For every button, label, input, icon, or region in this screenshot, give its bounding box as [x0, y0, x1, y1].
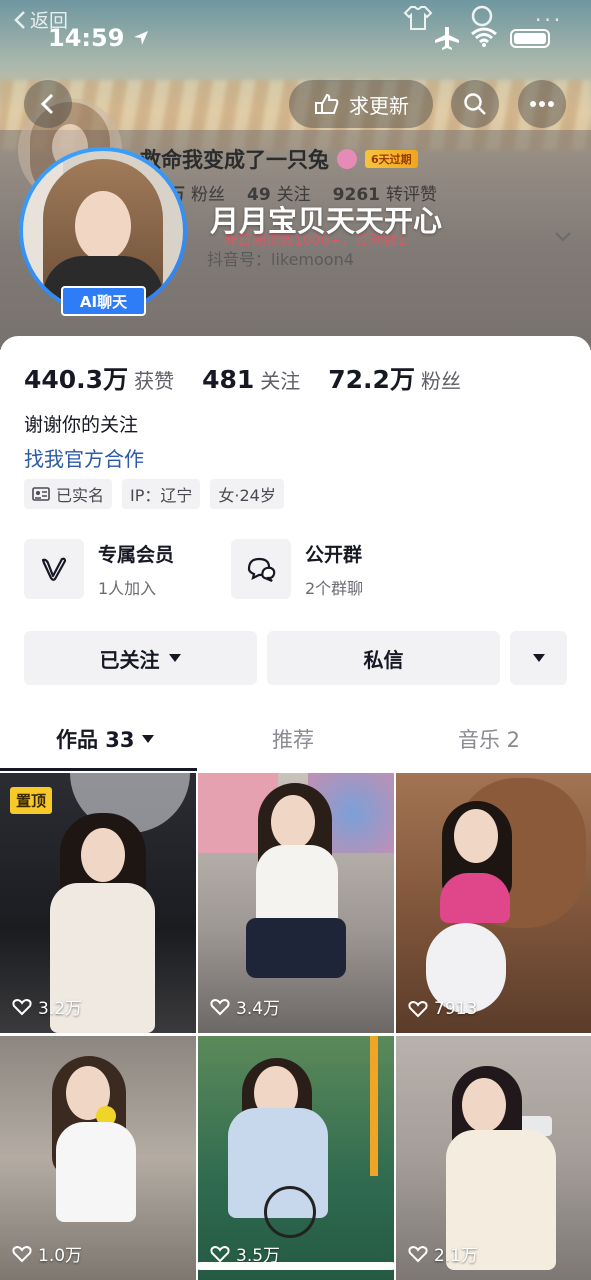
video-thumbnail[interactable]: 3.4万	[198, 773, 394, 1033]
video-like-count: 2.1万	[408, 1241, 478, 1266]
more-options-dropdown[interactable]	[510, 631, 567, 685]
request-update-button[interactable]: 求更新	[289, 80, 433, 128]
chevron-down-icon	[555, 232, 571, 242]
search-button[interactable]	[451, 80, 499, 128]
location-arrow-icon	[134, 31, 149, 45]
tag-verified[interactable]: 已实名	[24, 479, 113, 509]
caret-down-icon	[532, 654, 545, 662]
exclusive-membership[interactable]: 专属会员 1人加入	[24, 539, 174, 599]
heart-icon	[12, 998, 32, 1015]
status-bar: 返回 14:59 ···	[0, 0, 591, 60]
heart-icon	[408, 1245, 428, 1262]
video-like-count: 3.4万	[210, 994, 280, 1019]
video-thumbnail[interactable]: 2.1万	[396, 1036, 591, 1280]
group-chat-icon	[247, 557, 276, 583]
message-button[interactable]: 私信	[267, 631, 500, 685]
header-bg-douyin-id: 抖音号：likemoon4	[207, 250, 354, 269]
pinned-badge: 置顶	[10, 787, 53, 814]
header-overlay-caption: 月月宝贝天天开心	[210, 204, 443, 238]
pink-badge-icon	[337, 149, 357, 169]
profile-page: 返回 14:59 ··· 救命我变成了一只兔 6天过期 万粉丝 49关注 926…	[0, 0, 591, 1280]
home-indicator[interactable]	[196, 1262, 396, 1270]
video-thumbnail[interactable]: 3.5万	[198, 1036, 394, 1280]
header-bg-name: 救命我变成了一只兔 6天过期	[140, 144, 418, 174]
active-tab-indicator	[0, 768, 197, 771]
video-like-count: 7913	[408, 999, 477, 1019]
battery-icon	[510, 29, 550, 48]
video-thumbnail[interactable]: 1.0万	[0, 1036, 196, 1280]
heart-icon	[210, 998, 230, 1015]
airplane-icon	[435, 27, 459, 50]
business-link[interactable]: 找我官方合作	[24, 443, 144, 472]
tab-music[interactable]: 音乐 2	[458, 724, 520, 754]
vip-expiry-badge: 6天过期	[365, 150, 418, 168]
video-grid: 置顶 3.2万 3.4万 7913 1.0万 3.5万 2.1万	[0, 773, 591, 1280]
video-thumbnail[interactable]: 7913	[396, 773, 591, 1033]
tab-recommend[interactable]: 推荐	[272, 724, 314, 754]
profile-header-background: 返回 14:59 ··· 救命我变成了一只兔 6天过期 万粉丝 49关注 926…	[0, 0, 591, 350]
more-button[interactable]	[518, 80, 566, 128]
pointing-hand-icon	[315, 93, 339, 114]
caret-down-icon	[141, 735, 154, 743]
search-icon	[464, 93, 486, 115]
stat-likes[interactable]: 440.3万 获赞	[24, 360, 174, 396]
stat-followers[interactable]: 72.2万 粉丝	[328, 360, 461, 396]
ai-chat-button[interactable]: AI聊天	[61, 286, 146, 316]
status-time: 14:59	[48, 24, 150, 52]
heart-icon	[210, 1245, 230, 1262]
chevron-left-icon	[14, 10, 25, 29]
heart-icon	[12, 1245, 32, 1262]
more-dots-icon	[530, 101, 554, 107]
wifi-icon	[471, 27, 497, 47]
stat-following[interactable]: 481 关注	[202, 365, 300, 394]
profile-stats: 440.3万 获赞 481 关注 72.2万 粉丝	[24, 360, 461, 396]
profile-tags: 已实名 IP：辽宁 女·24岁	[24, 479, 284, 509]
tab-works[interactable]: 作品 33	[56, 724, 155, 754]
caret-down-icon	[168, 654, 181, 662]
shirt-icon[interactable]	[403, 4, 433, 32]
video-like-count: 1.0万	[12, 1241, 82, 1266]
video-like-count: 3.2万	[12, 994, 82, 1019]
tag-ip-location: IP：辽宁	[122, 479, 201, 509]
back-button[interactable]	[24, 80, 72, 128]
content-tabs: 作品 33 推荐 音乐 2	[0, 706, 591, 772]
video-thumbnail[interactable]: 置顶 3.2万	[0, 773, 196, 1033]
id-card-icon	[32, 487, 50, 501]
following-button[interactable]: 已关注	[24, 631, 257, 685]
public-group[interactable]: 公开群 2个群聊	[231, 539, 363, 599]
bio-text: 谢谢你的关注	[24, 414, 139, 436]
v-member-icon	[41, 557, 67, 581]
chevron-left-icon	[40, 93, 54, 115]
heart-icon	[408, 1000, 428, 1018]
tag-gender-age: 女·24岁	[210, 479, 284, 509]
